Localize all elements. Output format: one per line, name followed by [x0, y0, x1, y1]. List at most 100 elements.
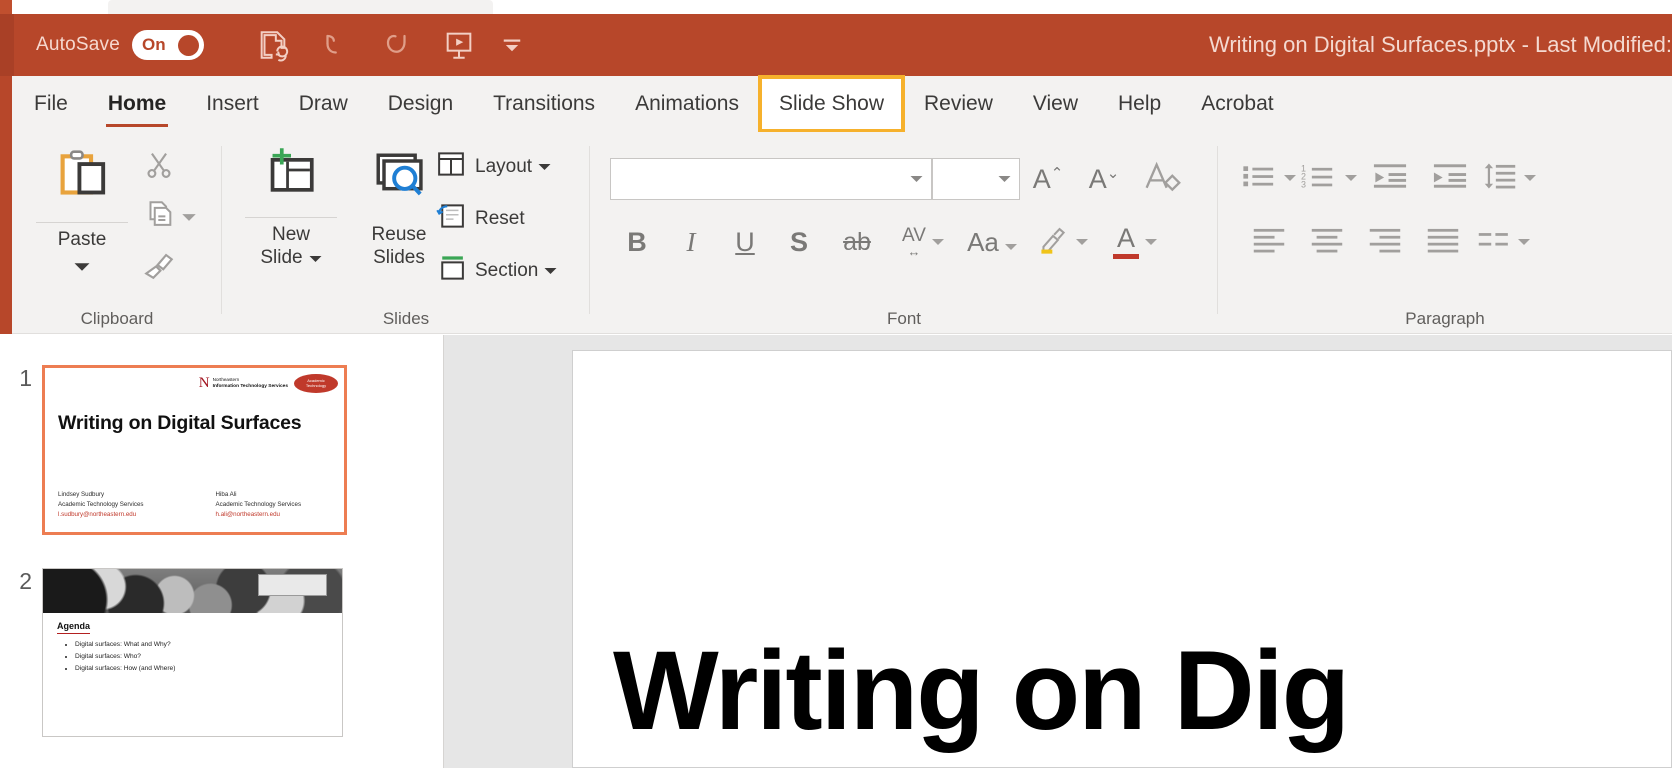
thumbnail-row-1[interactable]: 1 N Northeastern Information Technology …: [0, 365, 347, 535]
character-spacing-caret-icon[interactable]: [931, 233, 944, 251]
section-dropdown-caret-icon[interactable]: [544, 262, 557, 280]
tab-slide-show[interactable]: Slide Show: [757, 75, 906, 133]
tab-animations[interactable]: Animations: [615, 76, 759, 132]
text-shadow-button[interactable]: S: [772, 220, 826, 264]
clipboard-group-label: Clipboard: [80, 309, 154, 328]
slide-number-2: 2: [19, 568, 32, 594]
clear-formatting-button[interactable]: [1138, 158, 1186, 200]
quick-access-toolbar[interactable]: [244, 19, 532, 71]
align-right-button[interactable]: [1356, 218, 1414, 266]
text-highlight-button[interactable]: [1026, 220, 1098, 264]
text-highlight-color-icon: [1036, 225, 1070, 260]
slide-thumbnail-2[interactable]: Agenda Digital surfaces: What and Why? D…: [42, 568, 343, 737]
character-spacing-button[interactable]: AV ↔: [888, 220, 958, 264]
copy-icon: [142, 198, 176, 237]
customize-quick-access-toolbar-icon[interactable]: [492, 19, 532, 71]
font-name-input[interactable]: [610, 158, 932, 200]
format-painter-button[interactable]: [142, 248, 176, 287]
title-bar-left-edge: [0, 14, 14, 76]
slide-thumbnail-1[interactable]: N Northeastern Information Technology Se…: [42, 365, 347, 535]
increase-font-size-button[interactable]: A⌃: [1026, 158, 1070, 200]
text-highlight-caret-icon[interactable]: [1076, 233, 1088, 251]
slide-editing-area[interactable]: Writing on Dig: [444, 335, 1672, 768]
font-size-input[interactable]: [932, 158, 1020, 200]
copy-button[interactable]: [142, 198, 196, 237]
change-case-label: Aa: [967, 226, 999, 257]
start-presentation-icon[interactable]: [430, 19, 488, 71]
tab-transitions[interactable]: Transitions: [473, 76, 615, 132]
paste-icon: [51, 146, 113, 214]
columns-caret-icon[interactable]: [1518, 233, 1530, 251]
paste-button[interactable]: Paste: [28, 146, 136, 279]
numbering-caret-icon[interactable]: [1345, 169, 1357, 187]
bold-button[interactable]: B: [610, 220, 664, 264]
font-size-dropdown-caret-icon[interactable]: [998, 170, 1011, 188]
strikethrough-button[interactable]: ab: [826, 220, 888, 264]
tab-review[interactable]: Review: [904, 76, 1013, 132]
align-right-icon: [1367, 225, 1403, 260]
section-button[interactable]: Section: [436, 254, 557, 287]
decrease-indent-button[interactable]: [1360, 154, 1420, 202]
italic-button[interactable]: I: [664, 220, 718, 264]
align-left-button[interactable]: [1240, 218, 1298, 266]
numbering-button[interactable]: 1 2 3: [1298, 154, 1360, 202]
document-title: Writing on Digital Surfaces.pptx - Last …: [1208, 32, 1672, 57]
character-spacing-label: AV: [902, 225, 926, 246]
layout-button[interactable]: Layout: [436, 150, 551, 183]
columns-icon: [1476, 225, 1512, 260]
paragraph-align-buttons: [1240, 218, 1534, 266]
font-group-label: Font: [886, 309, 922, 328]
reuse-slides-icon: [369, 148, 429, 210]
thumbnail-row-2[interactable]: 2 Agenda Digital surfaces: What and Why?…: [0, 568, 343, 737]
redo-icon[interactable]: [368, 19, 426, 71]
change-case-button[interactable]: Aa: [958, 220, 1026, 264]
change-case-caret-icon[interactable]: [1004, 227, 1017, 258]
whiteboard-in-photo: [258, 574, 328, 596]
save-icon[interactable]: [244, 19, 302, 71]
tab-home[interactable]: Home: [88, 76, 186, 132]
presenter-1-dept: Academic Technology Services: [58, 501, 144, 509]
reset-icon: [436, 202, 466, 235]
decrease-font-size-button[interactable]: A⌄: [1082, 158, 1126, 200]
tab-view[interactable]: View: [1013, 76, 1098, 132]
ribbon-left-accent: [0, 76, 12, 132]
active-slide-title[interactable]: Writing on Dig: [613, 626, 1350, 755]
active-slide-surface[interactable]: Writing on Dig: [572, 350, 1672, 768]
bullets-button[interactable]: [1240, 154, 1298, 202]
slide-thumbnail-pane[interactable]: 1 N Northeastern Information Technology …: [0, 335, 444, 768]
copy-dropdown-caret-icon[interactable]: [182, 209, 196, 227]
font-color-button[interactable]: A: [1098, 220, 1172, 264]
font-name-dropdown-caret-icon[interactable]: [910, 170, 923, 188]
clear-formatting-icon: [1142, 160, 1182, 199]
tab-help[interactable]: Help: [1098, 76, 1181, 132]
autosave-state-label: On: [142, 35, 166, 54]
undo-icon[interactable]: [306, 19, 364, 71]
justify-button[interactable]: [1414, 218, 1472, 266]
font-color-caret-icon[interactable]: [1145, 233, 1157, 251]
line-spacing-button[interactable]: [1480, 154, 1538, 202]
reset-button[interactable]: Reset: [436, 202, 525, 235]
new-slide-button[interactable]: New Slide: [236, 148, 346, 270]
presenter-block-1: Lindsey Sudbury Academic Technology Serv…: [58, 490, 144, 521]
align-center-button[interactable]: [1298, 218, 1356, 266]
layout-icon: [436, 150, 466, 183]
line-spacing-caret-icon[interactable]: [1524, 169, 1536, 187]
layout-dropdown-caret-icon[interactable]: [538, 158, 551, 176]
paste-dropdown-caret-icon[interactable]: [74, 255, 90, 278]
autosave-toggle[interactable]: On: [132, 30, 204, 60]
tab-insert[interactable]: Insert: [186, 76, 279, 132]
decrease-font-size-icon: A⌄: [1088, 163, 1120, 194]
increase-indent-button[interactable]: [1420, 154, 1480, 202]
tab-acrobat[interactable]: Acrobat: [1181, 76, 1293, 132]
tab-file[interactable]: File: [14, 76, 88, 132]
new-slide-icon: [261, 148, 321, 210]
underline-button[interactable]: U: [718, 220, 772, 264]
columns-button[interactable]: [1472, 218, 1534, 266]
cut-button[interactable]: [142, 148, 176, 187]
section-label: Section: [475, 259, 539, 281]
tab-draw[interactable]: Draw: [279, 76, 368, 132]
autosave-control[interactable]: AutoSave On: [36, 30, 204, 60]
tab-design[interactable]: Design: [368, 76, 473, 132]
bullets-caret-icon[interactable]: [1284, 169, 1296, 187]
new-slide-dropdown-caret-icon[interactable]: [309, 246, 322, 269]
